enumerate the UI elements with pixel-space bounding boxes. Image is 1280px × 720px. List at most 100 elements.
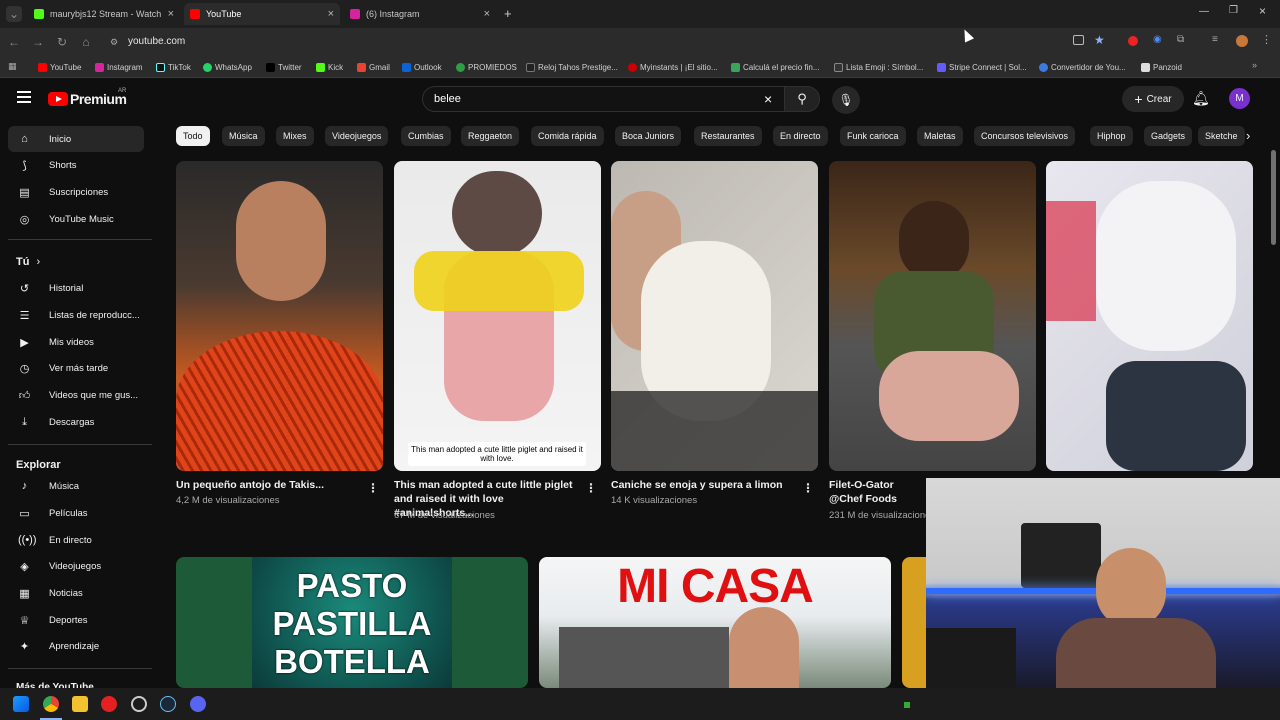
windows-start-icon[interactable] (13, 696, 29, 712)
chip-boca-juniors[interactable]: Boca Juniors (615, 126, 682, 146)
discord-icon[interactable] (190, 696, 206, 712)
chip-hiphop[interactable]: Hiphop (1090, 126, 1133, 146)
sidebar-item-peliculas[interactable]: ▭ Películas (8, 500, 144, 526)
video-thumbnail-pasto[interactable]: PASTO PASTILLA BOTELLA (176, 557, 528, 688)
sidebar-item-descargas[interactable]: ⤓ Descargas (8, 409, 144, 435)
short-title[interactable]: Filet-O-Gator @Chef Foods (829, 478, 929, 506)
bookmark-item[interactable]: YouTube (38, 60, 81, 74)
home-icon[interactable]: ⌂ (78, 34, 94, 50)
back-icon[interactable]: ← (6, 34, 22, 50)
chrome-icon[interactable] (43, 696, 59, 712)
file-explorer-icon[interactable] (72, 696, 88, 712)
bookmark-star-icon[interactable]: ★ (1094, 33, 1105, 47)
sidebar-item-suscripciones[interactable]: ▤ Suscripciones (8, 179, 144, 205)
video-thumbnail-mi-casa[interactable]: MI CASA (539, 557, 891, 688)
chip-funk-carioca[interactable]: Funk carioca (840, 126, 906, 146)
bookmark-item[interactable]: Instagram (95, 60, 143, 74)
sidebar-item-playlists[interactable]: ☰ Listas de reproducc... (8, 302, 144, 328)
sidebar-item-musica[interactable]: ♪ Música (8, 473, 144, 499)
short-thumbnail-gator[interactable] (829, 161, 1036, 471)
page-scrollbar[interactable] (1271, 150, 1276, 245)
profile-avatar[interactable] (1236, 35, 1248, 47)
chip-en-directo[interactable]: En directo (773, 126, 828, 146)
bookmark-item[interactable]: Lista Emoji : Símbol... (834, 60, 923, 74)
tab-instagram[interactable]: (6) Instagram × (344, 3, 496, 25)
chip-musica[interactable]: Música (222, 126, 265, 146)
bookmark-item[interactable]: Calculá el precio fin... (731, 60, 819, 74)
close-tab-icon[interactable]: × (168, 8, 174, 20)
minimize-button[interactable]: — (1199, 6, 1209, 17)
extension-icon[interactable] (1128, 36, 1138, 46)
close-tab-icon[interactable]: × (328, 8, 334, 20)
short-thumbnail-dog[interactable] (1046, 161, 1253, 471)
chip-reggaeton[interactable]: Reggaeton (461, 126, 520, 146)
url-input[interactable]: ⚙ youtube.com (104, 31, 1064, 53)
media-player-icon[interactable] (101, 696, 117, 712)
chevron-right-icon[interactable]: › (1246, 128, 1250, 143)
close-window-button[interactable]: × (1259, 4, 1266, 18)
cast-icon[interactable] (1073, 35, 1084, 45)
sidebar-item-mis-videos[interactable]: ▶ Mis videos (8, 329, 144, 355)
account-avatar[interactable]: M (1229, 88, 1250, 109)
reading-list-icon[interactable]: ≡ (1212, 34, 1218, 45)
more-options-icon[interactable]: ⋮ (585, 481, 597, 495)
more-bookmarks-icon[interactable]: » (1252, 60, 1257, 70)
short-thumbnail-caniche[interactable] (611, 161, 818, 471)
sidebar-item-aprendizaje[interactable]: ✦ Aprendizaje (8, 633, 144, 659)
search-input[interactable]: belee × (422, 86, 786, 112)
sidebar-item-deportes[interactable]: ♕ Deportes (8, 607, 144, 633)
voice-search-button[interactable]: 🎙 (832, 86, 860, 114)
short-thumbnail-takis[interactable] (176, 161, 383, 471)
tab-youtube[interactable]: YouTube × (184, 3, 340, 25)
chip-comida-rapida[interactable]: Comida rápida (531, 126, 604, 146)
bookmark-item[interactable]: Kick (316, 60, 343, 74)
sidebar-item-ver-mas-tarde[interactable]: ◷ Ver más tarde (8, 355, 144, 381)
bookmark-item[interactable]: Twitter (266, 60, 302, 74)
more-options-icon[interactable]: ⋮ (367, 481, 379, 495)
youtube-logo-icon[interactable] (48, 92, 68, 106)
chip-gadgets[interactable]: Gadgets (1144, 126, 1193, 146)
notifications-bell-icon[interactable]: 🔔︎ (1192, 90, 1210, 107)
chip-cumbias[interactable]: Cumbias (401, 126, 451, 146)
bookmark-item[interactable]: Panzoid (1141, 60, 1182, 74)
search-button[interactable]: ⚲ (784, 86, 820, 112)
sidebar-item-inicio[interactable]: ⌂ Inicio (8, 126, 144, 152)
bookmark-item[interactable]: Convertidor de You... (1039, 60, 1126, 74)
short-title[interactable]: Caniche se enoja y supera a limon (611, 478, 797, 492)
create-button[interactable]: + Crear (1122, 86, 1184, 112)
extensions-puzzle-icon[interactable]: ⧉ (1177, 34, 1184, 45)
chip-videojuegos[interactable]: Videojuegos (325, 126, 389, 146)
more-options-icon[interactable]: ⋮ (802, 481, 814, 495)
bookmark-item[interactable]: PROMIEDOS (456, 60, 517, 74)
menu-kebab-icon[interactable]: ⋮ (1261, 33, 1272, 46)
sidebar-you-heading[interactable]: Tú › (16, 256, 40, 268)
bookmark-item[interactable]: Reloj Tahos Prestige... (526, 60, 618, 74)
bookmark-item[interactable]: Stripe Connect | Sol... (937, 60, 1027, 74)
bookmark-item[interactable]: WhatsApp (203, 60, 252, 74)
sidebar-item-videojuegos[interactable]: ◈ Videojuegos (8, 553, 144, 579)
reload-icon[interactable]: ↻ (54, 34, 70, 50)
chip-sketche[interactable]: Sketche (1198, 126, 1245, 146)
chip-concursos-televisivos[interactable]: Concursos televisivos (974, 126, 1076, 146)
chip-maletas[interactable]: Maletas (917, 126, 963, 146)
hamburger-menu-icon[interactable] (17, 91, 31, 103)
obs-icon[interactable] (131, 696, 147, 712)
short-thumbnail-piglet[interactable]: This man adopted a cute little piglet an… (394, 161, 601, 471)
sidebar-item-historial[interactable]: ↺ Historial (8, 275, 144, 301)
tab-kick-stream[interactable]: maurybjs12 Stream - Watch Live × (28, 3, 180, 25)
bookmark-item[interactable]: Myinstants | ¡El sitio... (628, 60, 718, 74)
forward-icon[interactable]: → (30, 34, 46, 50)
chip-mixes[interactable]: Mixes (276, 126, 314, 146)
chip-restaurantes[interactable]: Restaurantes (694, 126, 762, 146)
tab-search-icon[interactable]: ⌄ (6, 6, 22, 22)
maximize-button[interactable]: ❐ (1229, 5, 1238, 16)
sidebar-item-shorts[interactable]: ⟆ Shorts (8, 152, 144, 178)
sidebar-item-noticias[interactable]: ▦ Noticias (8, 580, 144, 606)
new-tab-button[interactable]: + (504, 6, 512, 21)
sidebar-item-youtube-music[interactable]: ◎ YouTube Music (8, 206, 144, 232)
close-tab-icon[interactable]: × (484, 8, 490, 20)
extension-icon[interactable]: ◉ (1153, 34, 1162, 45)
site-info-icon[interactable]: ⚙ (110, 31, 118, 53)
bookmark-item[interactable]: TikTok (156, 60, 191, 74)
chip-todo[interactable]: Todo (176, 126, 210, 146)
